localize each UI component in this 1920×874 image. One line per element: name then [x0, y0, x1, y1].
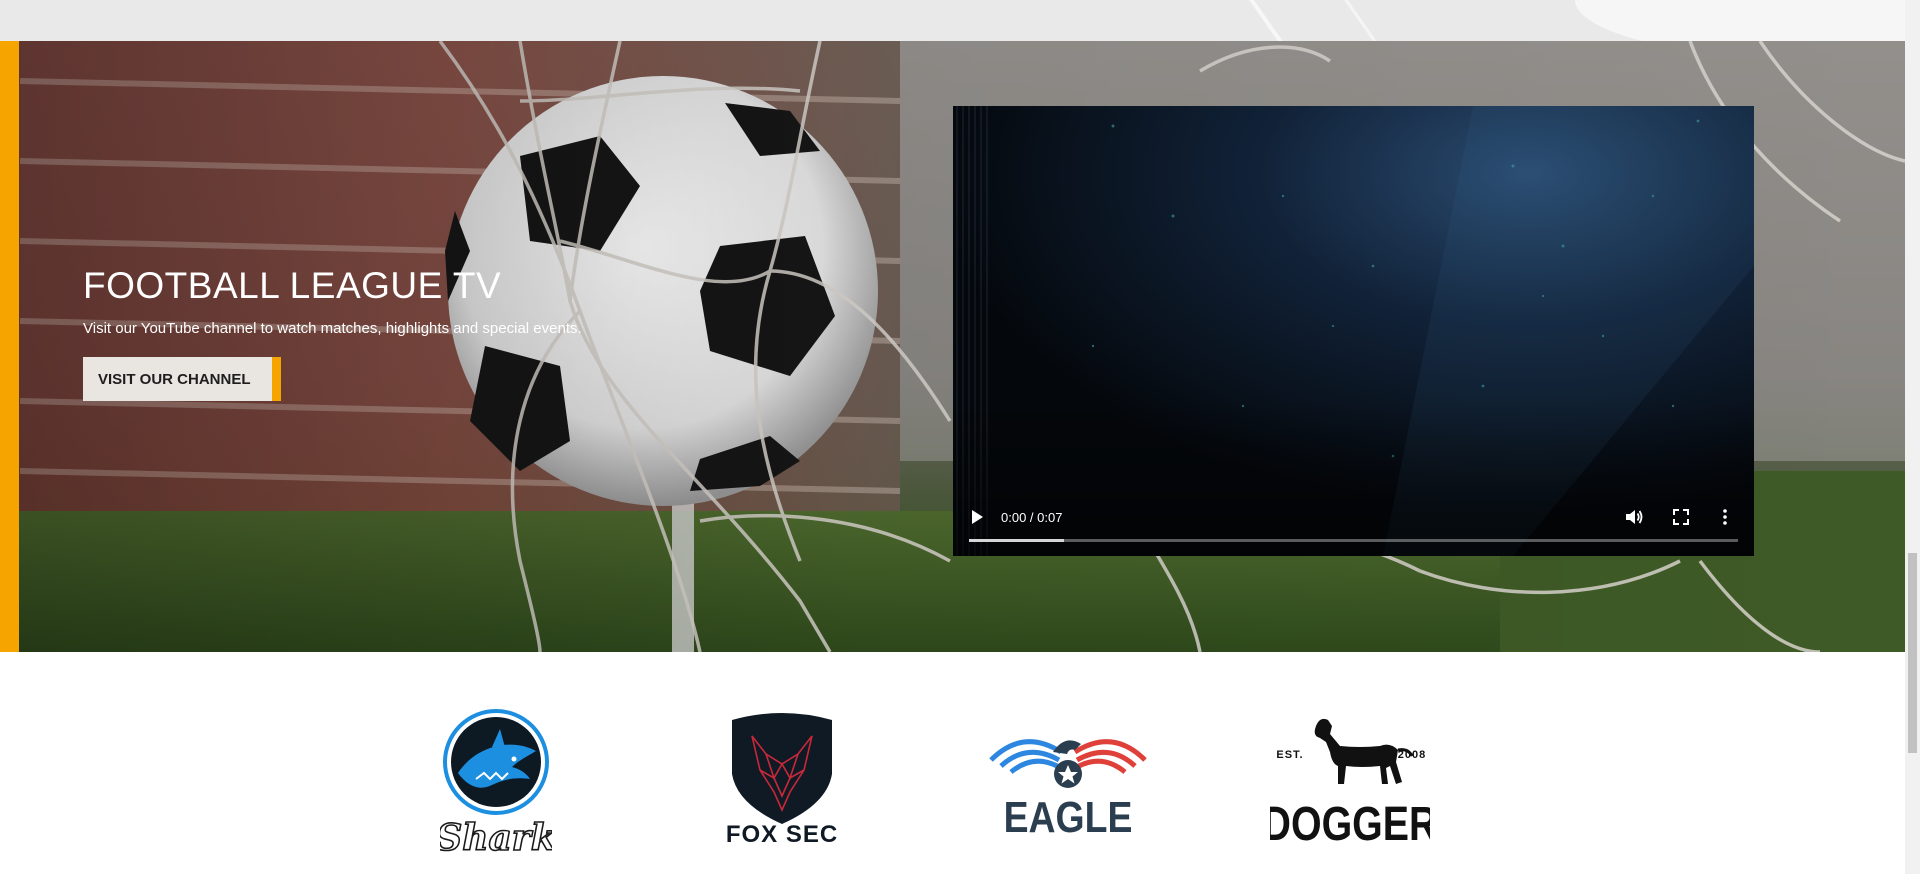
- football-tv-hero: FOOTBALL LEAGUE TV Visit our YouTube cha…: [0, 41, 1905, 652]
- eagle-logo-text: EAGLE: [1004, 792, 1133, 842]
- partner-logos: Shark FOX SEC EAGLE EST. 2008 DOGGER: [0, 652, 1905, 874]
- video-buffered: [969, 539, 1065, 542]
- video-progress-bar[interactable]: [969, 539, 1738, 542]
- shark-logo[interactable]: Shark: [440, 707, 552, 857]
- top-header-strip: [0, 0, 1905, 41]
- play-icon[interactable]: [969, 508, 985, 526]
- decorative-curve: [1575, 0, 1905, 41]
- fox-sec-logo[interactable]: FOX SEC: [722, 712, 842, 847]
- hero-subtitle: Visit our YouTube channel to watch match…: [83, 320, 582, 337]
- decorative-stripe: [1234, 0, 1290, 41]
- hero-title: FOOTBALL LEAGUE TV: [83, 265, 502, 306]
- eagle-logo[interactable]: EAGLE: [983, 722, 1153, 842]
- video-time: 0:00 / 0:07: [1001, 510, 1063, 525]
- shark-logo-text: Shark: [440, 817, 552, 857]
- scrollbar-thumb[interactable]: [1908, 553, 1917, 753]
- dogger-logo[interactable]: EST. 2008 DOGGER: [1270, 712, 1430, 847]
- fox-sec-logo-text: FOX SEC: [726, 821, 838, 847]
- video-controls: 0:00 / 0:07: [953, 486, 1754, 556]
- dogger-year-label: 2008: [1398, 749, 1426, 761]
- dogger-logo-text: DOGGER: [1270, 797, 1430, 847]
- fullscreen-icon[interactable]: [1672, 508, 1690, 526]
- video-player[interactable]: 0:00 / 0:07: [953, 106, 1754, 556]
- visit-channel-button[interactable]: VISIT OUR CHANNEL: [83, 357, 281, 401]
- accent-bar: [0, 41, 19, 652]
- dogger-est-label: EST.: [1276, 749, 1303, 761]
- more-options-icon[interactable]: [1721, 508, 1729, 526]
- page-scrollbar[interactable]: [1905, 0, 1920, 874]
- volume-icon[interactable]: [1624, 508, 1644, 526]
- decorative-stripe: [1329, 0, 1384, 41]
